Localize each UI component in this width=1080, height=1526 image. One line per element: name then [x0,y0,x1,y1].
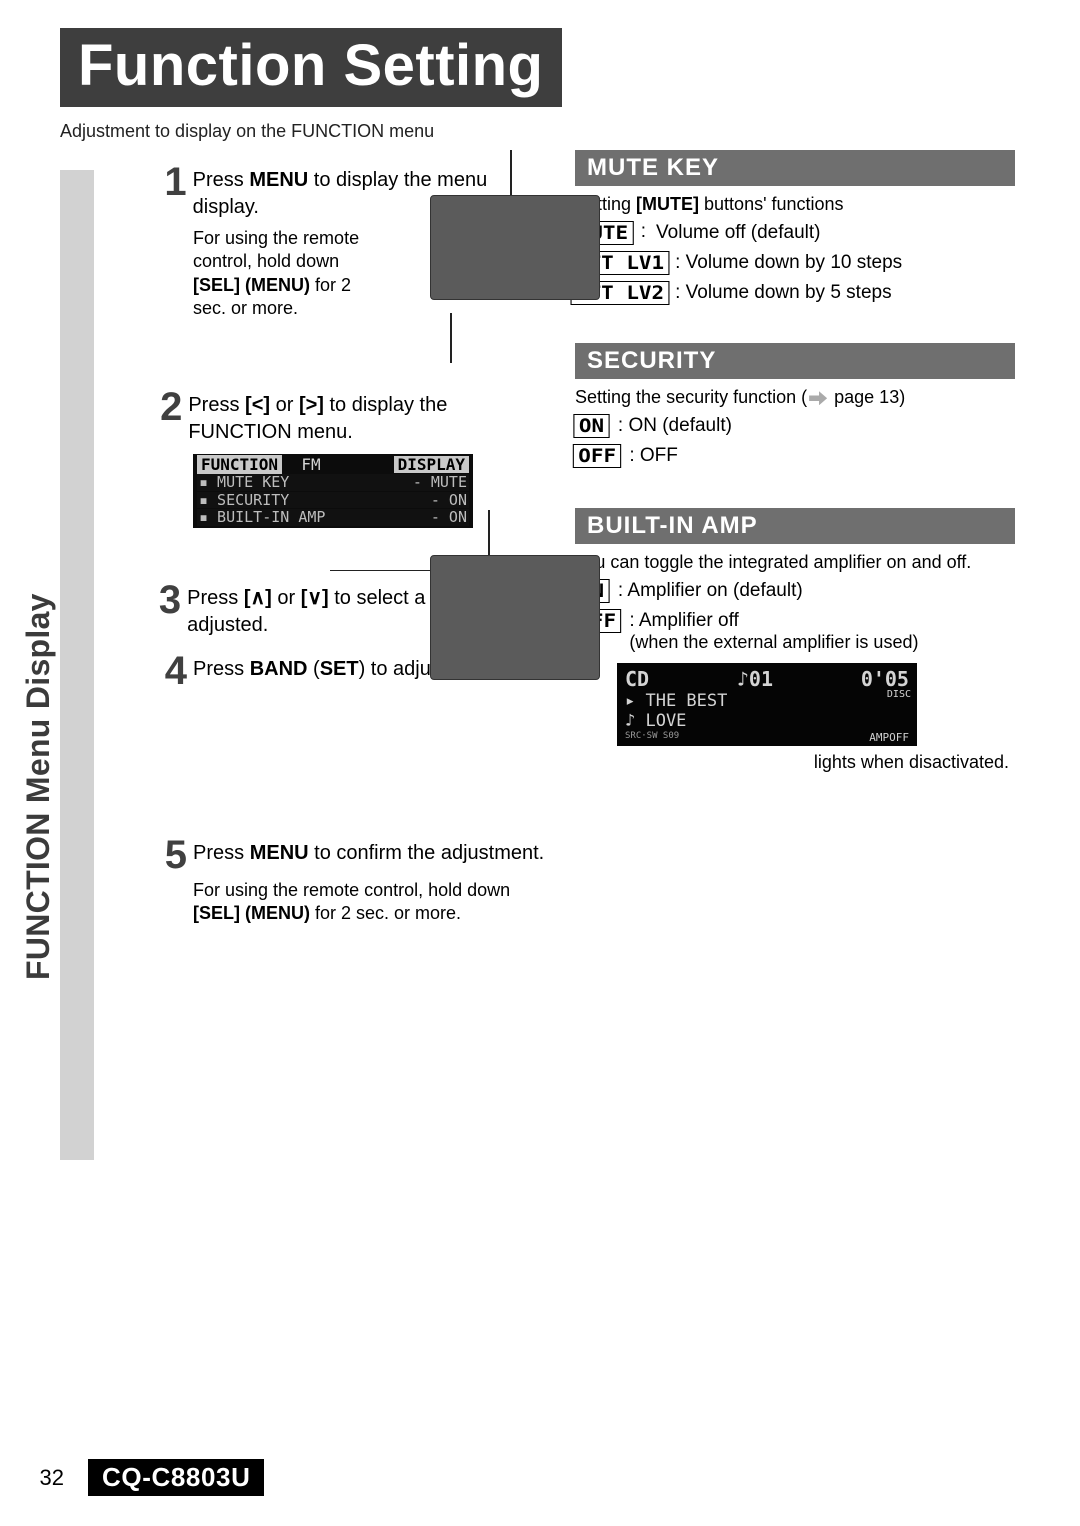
step-number: 3 [155,582,181,639]
mute-desc: Setting [MUTE] buttons' functions [575,194,1015,215]
page-title-bar: Function Setting [60,28,562,107]
page-footer: 32 CQ-C8803U [0,1459,1080,1496]
step-5: 5 Press MENU to confirm the adjustment. [155,837,555,873]
reference-arrow-icon [809,391,827,405]
left-column: FUNCTION Menu Display [60,150,155,1160]
callout-line [450,313,452,363]
section-tab-label: FUNCTION Menu Display [20,593,57,980]
step-1-note: For using the remote control, hold down … [193,227,373,321]
step-number: 4 [155,653,187,689]
amp-desc: You can toggle the integrated amplifier … [575,552,1015,573]
display-indicator: OFF [573,444,622,468]
security-option-on: ON : ON (default) [575,414,1015,438]
mute-option-att-lv2: ATT LV2 : Volume down by 5 steps [575,281,1015,305]
page-title: Function Setting [78,33,544,98]
builtin-amp-heading: BUILT-IN AMP [575,508,1015,544]
callout-line [488,510,490,555]
security-desc: Setting the security function ( page 13) [575,387,1015,408]
page-number: 32 [24,1465,64,1491]
cd-display-lcd: CD♪010'05 DISC ▸ THE BEST ♪ LOVE SRC·SW … [617,663,917,746]
security-heading: SECURITY [575,343,1015,379]
mute-key-heading: MUTE KEY [575,150,1015,186]
mute-option-att-lv1: ATT LV1 : Volume down by 10 steps [575,251,1015,275]
callout-line [510,150,512,195]
step-5-note: For using the remote control, hold down … [193,879,553,926]
page: Function Setting Adjustment to display o… [0,0,1080,1526]
step-4-text: Press BAND (SET) to adjust. [193,656,452,689]
step-2-text: Press [<] or [>] to display the FUNCTION… [188,392,555,446]
lcd-row-amp: ▪ BUILT-IN AMP- ON [197,509,469,526]
amp-off-caption: lights when disactivated. [575,752,1015,773]
step-number: 1 [155,164,187,221]
step-5-text: Press MENU to confirm the adjustment. [193,840,544,873]
callout-line [330,570,430,571]
step-number: 2 [155,389,182,446]
step-number: 5 [155,837,187,873]
model-number: CQ-C8803U [88,1459,264,1496]
device-photo-band [430,555,600,680]
function-menu-lcd: FUNCTION FM DISPLAY ▪ MUTE KEY- MUTE ▪ S… [193,454,473,528]
mute-option-mute: MUTE : Volume off (default) [575,221,1015,245]
device-photo-menu [430,195,600,300]
page-subtitle: Adjustment to display on the FUNCTION me… [60,121,1020,142]
lcd-row-security: ▪ SECURITY- ON [197,492,469,509]
amp-option-on: ON : Amplifier on (default) [575,579,1015,603]
step-2: 2 Press [<] or [>] to display the FUNCTI… [155,389,555,446]
security-option-off: OFF : OFF [575,444,1015,468]
tab-strip [60,170,94,1160]
display-indicator: ON [573,414,609,438]
amp-option-off: OFF : Amplifier off(when the external am… [575,609,1015,653]
settings-column: MUTE KEY Setting [MUTE] buttons' functio… [575,150,1015,1160]
lcd-row-mute: ▪ MUTE KEY- MUTE [197,474,469,491]
